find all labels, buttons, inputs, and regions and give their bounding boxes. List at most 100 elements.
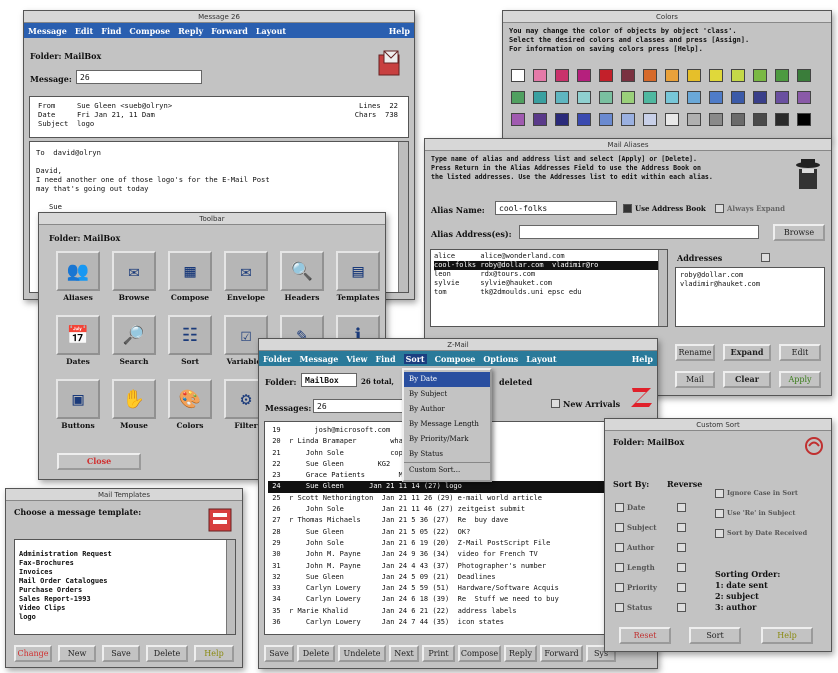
template-item[interactable]: Fax-Brochures [19,559,231,568]
color-swatch[interactable] [797,69,811,82]
addresses-list[interactable]: roby@dollar.com vladimir@hauket.com [675,267,825,327]
zmail-action-button[interactable]: Undelete [338,645,386,662]
toolbar-button[interactable]: 🎨 Colors [163,379,217,437]
color-swatch[interactable] [533,69,547,82]
alias-addresses-input[interactable] [519,225,759,239]
messages-input[interactable]: 26 [313,399,409,413]
template-item[interactable]: logo [19,613,231,622]
sort-menu-item[interactable]: By Priority/Mark [404,432,490,447]
menu-edit[interactable]: Edit [75,26,93,36]
color-swatch[interactable] [511,113,525,126]
color-swatch[interactable] [511,69,525,82]
alias-list-scrollbar[interactable] [658,250,667,326]
zmail-action-button[interactable]: Print [422,645,455,662]
color-swatch[interactable] [643,91,657,104]
message-row[interactable]: 34 Carlyn Lowery Jan 24 6 18 (39) Re Stu… [268,594,648,605]
message-row[interactable]: 32 Sue Gleen Jan 24 5 09 (21) Deadlines [268,572,648,583]
zmenu-compose[interactable]: Compose [435,354,476,364]
color-swatch[interactable] [533,91,547,104]
menu-help[interactable]: Help [389,26,410,36]
template-new-button[interactable]: New [58,645,96,662]
color-swatch[interactable] [577,113,591,126]
address-item[interactable]: roby@dollar.com [680,271,820,280]
color-swatch[interactable] [687,113,701,126]
template-help-button[interactable]: Help [194,645,234,662]
alias-row[interactable]: leon rdx@tours.com [434,270,664,279]
color-swatch[interactable] [753,69,767,82]
browse-button[interactable]: Browse [773,224,825,241]
message-row[interactable]: 31 John M. Payne Jan 24 4 43 (37) Photog… [268,561,648,572]
sort-by-checkbox[interactable] [615,503,624,512]
alias-row[interactable]: sylvie sylvie@hauket.com [434,279,664,288]
apply-button[interactable]: Apply [779,371,821,388]
color-swatch[interactable] [643,69,657,82]
zmenu-find[interactable]: Find [375,354,395,364]
message-row[interactable]: 25 r Scott Nethorington Jan 21 11 26 (29… [268,493,648,504]
templates-list[interactable]: Administration Request Fax-Brochures Invoi… [14,539,236,635]
message-row[interactable]: 26 John Sole Jan 21 11 46 (27) zeitgeist… [268,504,648,515]
toolbar-close-button[interactable]: Close [57,453,141,470]
color-swatch[interactable] [731,113,745,126]
color-swatch[interactable] [511,91,525,104]
sort-by-checkbox[interactable] [615,583,624,592]
toolbar-button[interactable]: ▦ Compose [163,251,217,309]
template-change-button[interactable]: Change [14,645,52,662]
color-swatch[interactable] [555,91,569,104]
clear-button[interactable]: Clear [723,371,771,388]
color-swatch[interactable] [621,91,635,104]
color-swatch[interactable] [709,113,723,126]
use-address-book-checkbox[interactable] [623,204,632,213]
reverse-checkbox[interactable] [677,563,686,572]
always-expand-checkbox[interactable] [715,204,724,213]
reverse-checkbox[interactable] [677,523,686,532]
template-item[interactable]: Administration Request [19,550,231,559]
color-swatch[interactable] [731,69,745,82]
color-swatch[interactable] [621,69,635,82]
zmail-action-button[interactable]: Save [264,645,294,662]
message-row[interactable]: 30 John M. Payne Jan 24 9 36 (34) video … [268,549,648,560]
template-delete-button[interactable]: Delete [146,645,188,662]
menu-message[interactable]: Message [28,26,67,36]
sort-flag-checkbox[interactable] [715,489,724,498]
color-swatch[interactable] [775,69,789,82]
alias-row[interactable]: cool-folks roby@dollar.com vladimir@ro [434,261,664,270]
color-swatch[interactable] [775,113,789,126]
alias-row[interactable]: tom tk@2dmoulds.uni epsc edu [434,288,664,297]
sort-by-checkbox[interactable] [615,563,624,572]
zmail-action-button[interactable]: Delete [297,645,335,662]
sort-by-checkbox[interactable] [615,523,624,532]
menu-forward[interactable]: Forward [211,26,248,36]
toolbar-button[interactable]: 🔎 Search [107,315,161,373]
color-swatch[interactable] [775,91,789,104]
color-swatch[interactable] [621,113,635,126]
mail-button[interactable]: Mail [675,371,715,388]
zmail-action-button[interactable]: Reply [504,645,537,662]
sort-menu-item[interactable]: Custom Sort... [404,462,490,477]
color-swatch[interactable] [665,91,679,104]
edit-button[interactable]: Edit [779,344,821,361]
zmenu-message[interactable]: Message [300,354,339,364]
sort-flag-checkbox[interactable] [715,529,724,538]
message-row[interactable]: 29 John Sole Jan 21 6 19 (20) Z-Mail Pos… [268,538,648,549]
color-swatch[interactable] [709,69,723,82]
color-swatch[interactable] [599,69,613,82]
templates-scrollbar[interactable] [226,540,235,634]
template-item[interactable]: Purchase Orders [19,586,231,595]
message-scrollbar[interactable] [398,142,408,292]
color-swatch[interactable] [665,69,679,82]
zmenu-help[interactable]: Help [632,354,653,364]
color-swatch[interactable] [599,113,613,126]
menu-find[interactable]: Find [101,26,121,36]
rename-button[interactable]: Rename [675,344,715,361]
expand-button[interactable]: Expand [723,344,771,361]
toolbar-button[interactable]: ✉ Browse [107,251,161,309]
address-item[interactable]: vladimir@hauket.com [680,280,820,289]
color-swatch[interactable] [797,91,811,104]
toolbar-button[interactable]: ✉ Envelope [219,251,273,309]
template-item[interactable]: Video Clips [19,604,231,613]
toolbar-button[interactable]: 📅 Dates [51,315,105,373]
toolbar-button[interactable]: 👥 Aliases [51,251,105,309]
reverse-checkbox[interactable] [677,503,686,512]
color-swatch[interactable] [599,91,613,104]
sort-apply-button[interactable]: Sort [689,627,741,644]
